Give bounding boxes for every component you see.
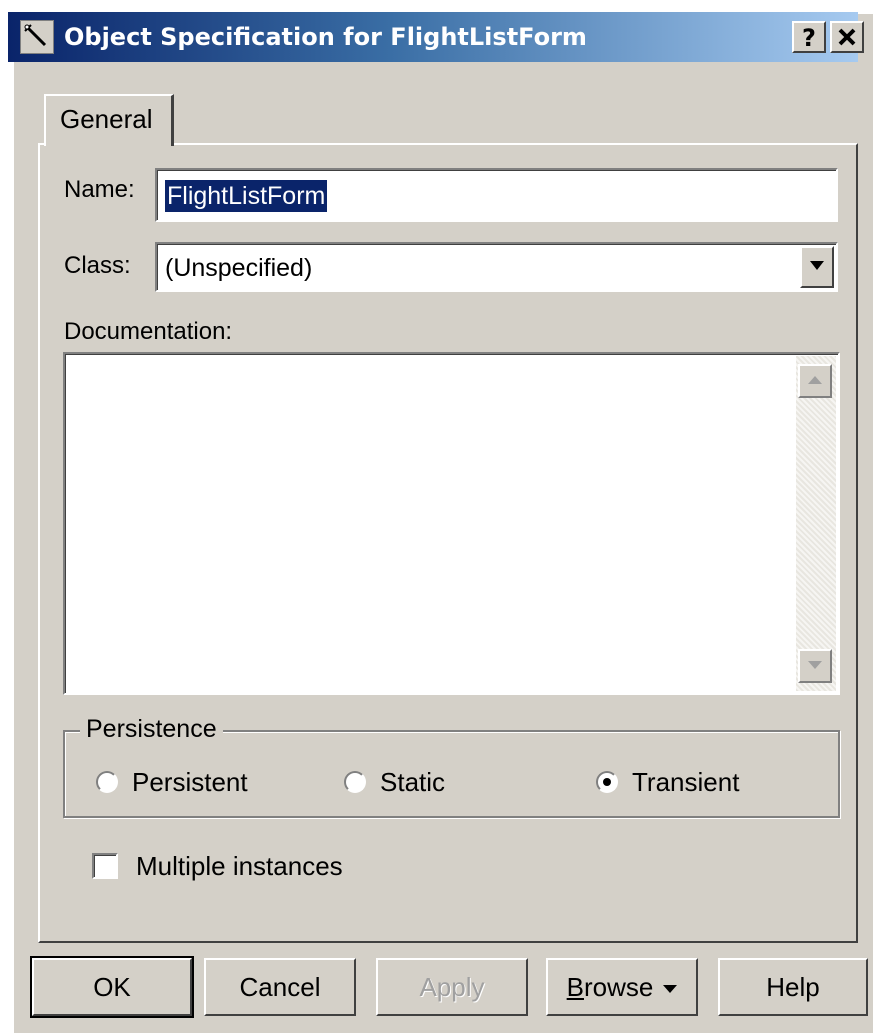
documentation-scrollbar[interactable] xyxy=(796,356,836,691)
class-select[interactable]: (Unspecified) xyxy=(155,242,838,292)
radio-circle xyxy=(344,771,366,793)
radio-static[interactable]: Static xyxy=(344,764,445,800)
radio-persistent[interactable]: Persistent xyxy=(96,764,248,800)
name-field[interactable]: FlightListForm xyxy=(155,168,838,222)
documentation-textarea[interactable] xyxy=(63,352,840,695)
ok-button[interactable]: OK xyxy=(30,956,194,1018)
arrow-down-icon xyxy=(808,661,822,669)
radio-label: Static xyxy=(380,766,446,797)
checkbox-label: Multiple instances xyxy=(136,850,343,881)
cancel-button[interactable]: Cancel xyxy=(204,958,356,1016)
name-label: Name: xyxy=(64,176,135,203)
help-dialog-button[interactable]: Help xyxy=(718,958,868,1016)
radio-label: Transient xyxy=(632,766,740,797)
documentation-label: Documentation: xyxy=(64,318,233,345)
chevron-down-icon xyxy=(810,261,824,270)
arrow-up-icon xyxy=(808,376,822,384)
class-dropdown-button[interactable] xyxy=(800,246,834,288)
radio-circle xyxy=(596,771,618,793)
window-title: Object Specification for FlightListForm xyxy=(64,23,587,51)
browse-button[interactable]: Browse xyxy=(546,958,698,1016)
radio-circle xyxy=(96,771,118,793)
radio-selected-dot xyxy=(603,778,611,786)
checkbox-box xyxy=(92,853,118,879)
browse-label: rowse xyxy=(583,972,654,1002)
scroll-down-button[interactable] xyxy=(798,649,832,683)
help-button[interactable]: ? xyxy=(792,21,826,53)
browse-mnemonic: B xyxy=(566,972,584,1002)
title-bar[interactable]: Object Specification for FlightListForm … xyxy=(8,12,864,62)
radio-transient[interactable]: Transient xyxy=(596,764,739,800)
radio-label: Persistent xyxy=(132,766,248,797)
persistence-title: Persistence xyxy=(80,712,223,746)
multiple-instances-checkbox[interactable]: Multiple instances xyxy=(92,848,343,884)
class-value: (Unspecified) xyxy=(165,254,313,282)
close-button[interactable] xyxy=(830,21,864,53)
close-icon xyxy=(838,28,856,46)
tab-general[interactable]: General xyxy=(44,94,174,146)
class-label: Class: xyxy=(64,252,131,279)
name-value: FlightListForm xyxy=(165,180,328,212)
scroll-up-button[interactable] xyxy=(798,364,832,398)
apply-button[interactable]: Apply xyxy=(376,958,528,1016)
magnifier-wand-icon xyxy=(20,20,54,54)
chevron-down-icon xyxy=(663,985,678,994)
